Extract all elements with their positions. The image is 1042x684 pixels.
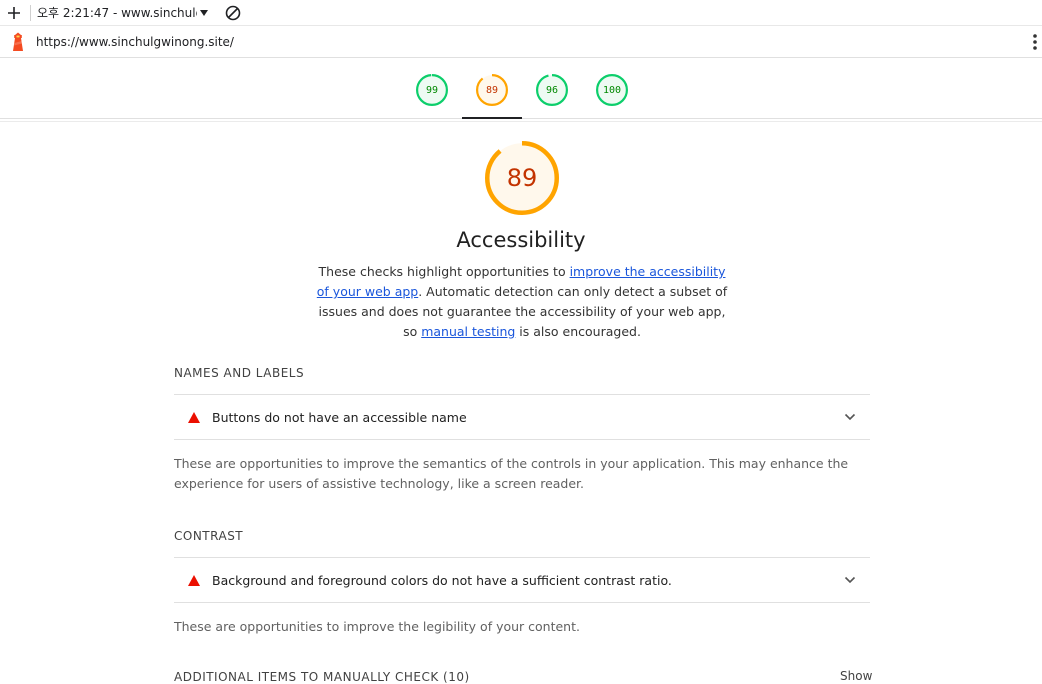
desc-text: These checks highlight opportunities to — [318, 264, 570, 279]
group-title-contrast: CONTRAST — [174, 529, 244, 543]
fail-triangle-icon — [174, 411, 212, 423]
gauge-score-label: 89 — [485, 84, 499, 96]
gauge-score-label: 100 — [602, 84, 622, 96]
caret-down-icon[interactable] — [199, 9, 209, 17]
category-description: These checks highlight opportunities to … — [316, 262, 728, 342]
chevron-down-icon[interactable] — [830, 413, 870, 421]
group-title-manual: ADDITIONAL ITEMS TO MANUALLY CHECK (10) — [174, 670, 470, 684]
fail-triangle-icon — [174, 574, 212, 586]
new-tab-plus-icon[interactable] — [0, 0, 28, 25]
accessibility-score-gauge: 89 — [484, 140, 560, 216]
lighthouse-logo-icon — [0, 32, 36, 52]
gauge-performance[interactable]: 99 — [415, 73, 449, 107]
audit-button-name[interactable]: Buttons do not have an accessible name — [174, 394, 870, 440]
gauge-score-label: 96 — [545, 84, 559, 96]
audit-color-contrast[interactable]: Background and foreground colors do not … — [174, 557, 870, 603]
desc-text: is also encouraged. — [515, 324, 641, 339]
more-options-icon[interactable] — [1032, 33, 1038, 55]
gauge-seo[interactable]: 100 — [595, 73, 629, 107]
divider — [0, 121, 1042, 122]
tab-title: 오후 2:21:47 - www.sinchulgwinong.site — [37, 6, 197, 20]
browser-top-bar: 오후 2:21:47 - www.sinchulgwinong.site — [0, 0, 1042, 25]
divider — [30, 4, 31, 21]
group-title-names-labels: NAMES AND LABELS — [174, 366, 305, 380]
audit-title: Background and foreground colors do not … — [212, 572, 672, 588]
audit-title: Buttons do not have an accessible name — [212, 409, 467, 425]
show-button[interactable]: Show — [840, 669, 872, 683]
category-title: Accessibility — [456, 228, 586, 252]
block-icon[interactable] — [225, 5, 241, 21]
gauge-accessibility[interactable]: 89 — [475, 73, 509, 107]
chevron-down-icon[interactable] — [830, 576, 870, 584]
gauge-score-label: 99 — [425, 84, 439, 96]
active-tab-underline — [462, 117, 522, 119]
url-text[interactable]: https://www.sinchulgwinong.site/ — [36, 35, 234, 49]
url-bar: https://www.sinchulgwinong.site/ — [0, 25, 1042, 58]
manual-testing-link[interactable]: manual testing — [421, 324, 515, 339]
tab-current[interactable]: 오후 2:21:47 - www.sinchulgwinong.site — [37, 4, 209, 21]
group-description: These are opportunities to improve the s… — [174, 456, 849, 491]
score-value: 89 — [506, 164, 538, 192]
category-gauge-row: 99 89 96 100 — [0, 59, 1042, 119]
group-description: These are opportunities to improve the l… — [174, 619, 580, 634]
gauge-best-practices[interactable]: 96 — [535, 73, 569, 107]
